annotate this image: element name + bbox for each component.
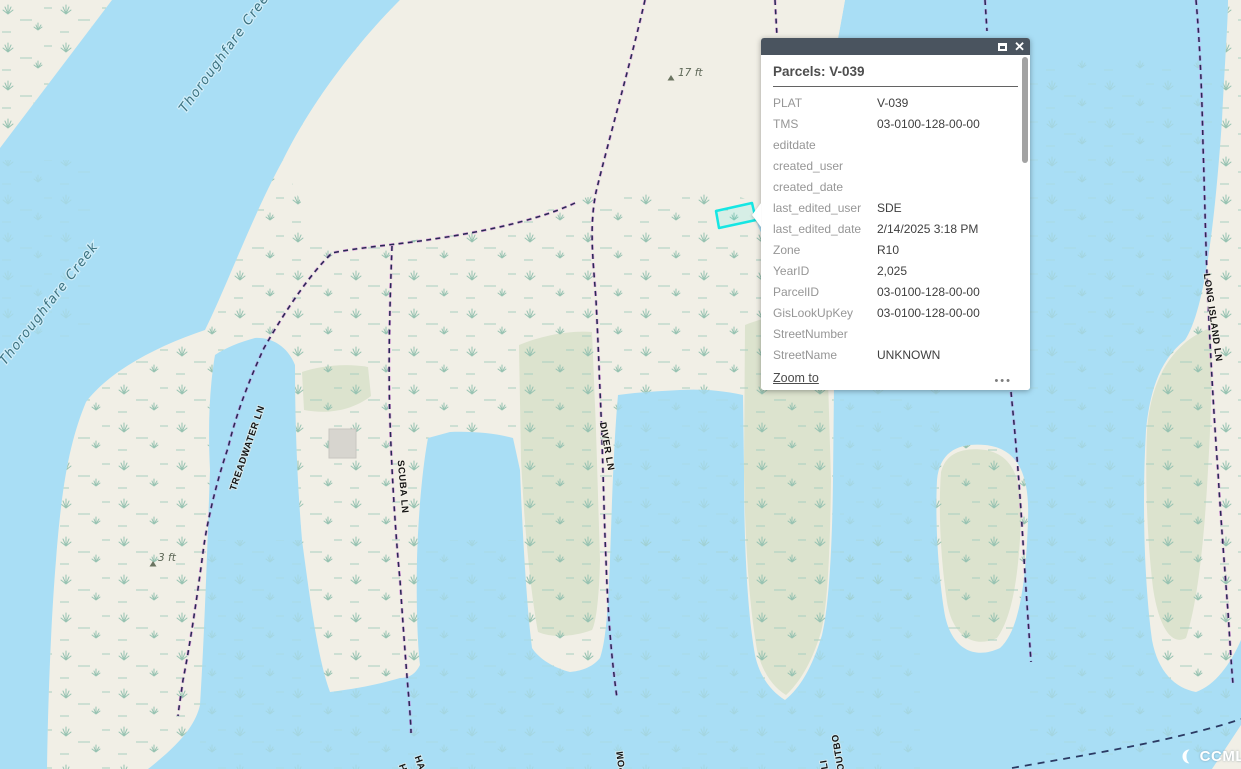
field-label: editdate <box>773 138 877 152</box>
table-row: last_edited_user SDE <box>773 197 1016 218</box>
field-label: last_edited_user <box>773 201 877 215</box>
table-row: ParcelID 03-0100-128-00-00 <box>773 281 1016 302</box>
field-value: SDE <box>877 201 902 215</box>
field-label: created_date <box>773 180 877 194</box>
popup-titlebar[interactable]: ✕ <box>761 38 1030 55</box>
field-value: 03-0100-128-00-00 <box>877 285 980 299</box>
field-value: 03-0100-128-00-00 <box>877 306 980 320</box>
zoom-to-link[interactable]: Zoom to <box>773 371 819 385</box>
field-value: 03-0100-128-00-00 <box>877 117 980 131</box>
table-row: StreetNumber <box>773 323 1016 344</box>
field-value: UNKNOWN <box>877 348 940 362</box>
field-label: GisLookUpKey <box>773 306 877 320</box>
table-row: editdate <box>773 134 1016 155</box>
table-row: YearID 2,025 <box>773 260 1016 281</box>
field-value: 2,025 <box>877 264 907 278</box>
field-value: R10 <box>877 243 899 257</box>
field-label: StreetNumber <box>773 327 877 341</box>
attribute-table: PLAT V-039 TMS 03-0100-128-00-00 editdat… <box>773 92 1016 368</box>
spot-elevation-3ft: 3 ft <box>158 552 177 564</box>
close-icon[interactable]: ✕ <box>1014 39 1025 54</box>
crescent-logo-icon <box>1182 749 1197 764</box>
ccml-watermark: CCML <box>1182 748 1241 765</box>
field-value: V-039 <box>877 96 908 110</box>
field-label: TMS <box>773 117 877 131</box>
table-row: GisLookUpKey 03-0100-128-00-00 <box>773 302 1016 323</box>
table-row: PLAT V-039 <box>773 92 1016 113</box>
field-label: YearID <box>773 264 877 278</box>
table-row: TMS 03-0100-128-00-00 <box>773 113 1016 134</box>
field-label: ParcelID <box>773 285 877 299</box>
field-label: StreetName <box>773 348 877 362</box>
gis-map-viewer: Thoroughfare Creek Thoroughfare Creek TR… <box>0 0 1241 769</box>
popup-pointer <box>752 203 761 227</box>
popup-scrollbar[interactable] <box>1022 57 1028 163</box>
watermark-text: CCML <box>1200 748 1241 765</box>
table-row: created_user <box>773 155 1016 176</box>
building-footprint <box>329 429 356 458</box>
spot-elevation-17ft: 17 ft <box>678 67 703 79</box>
popup-divider <box>773 86 1018 87</box>
popup-title: Parcels: V-039 <box>773 64 1018 79</box>
table-row: last_edited_date 2/14/2025 3:18 PM <box>773 218 1016 239</box>
field-label: PLAT <box>773 96 877 110</box>
table-row: created_date <box>773 176 1016 197</box>
field-label: last_edited_date <box>773 222 877 236</box>
field-label: Zone <box>773 243 877 257</box>
popup-body: Parcels: V-039 PLAT V-039 TMS 03-0100-12… <box>761 55 1030 390</box>
popup-footer: Zoom to ••• <box>761 366 1030 390</box>
table-row: Zone R10 <box>773 239 1016 260</box>
popup-parcel-info: ✕ Parcels: V-039 PLAT V-039 TMS 03-0100-… <box>761 38 1030 390</box>
table-row: StreetName UNKNOWN <box>773 344 1016 365</box>
map-canvas[interactable]: Thoroughfare Creek Thoroughfare Creek TR… <box>0 0 1241 769</box>
field-value: 2/14/2025 3:18 PM <box>877 222 978 236</box>
more-options-icon[interactable]: ••• <box>994 375 1012 387</box>
maximize-icon[interactable] <box>998 43 1007 51</box>
field-label: created_user <box>773 159 877 173</box>
